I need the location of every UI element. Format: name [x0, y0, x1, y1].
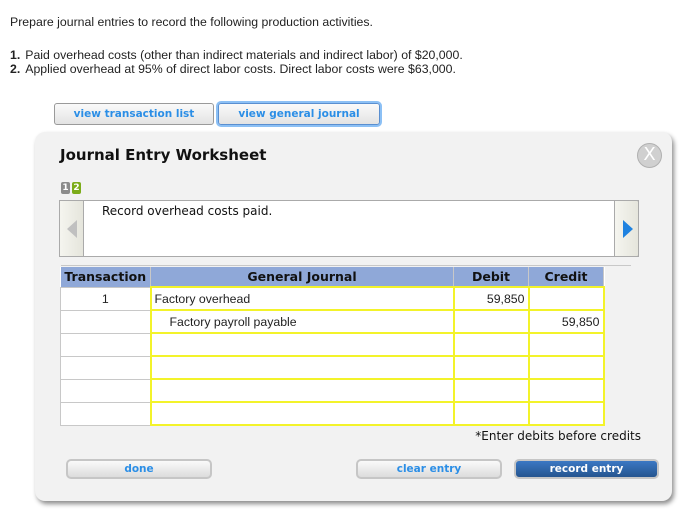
header-general-journal: General Journal — [150, 267, 454, 287]
credit-input[interactable] — [527, 286, 605, 311]
table-header-row: Transaction General Journal Debit Credit — [60, 267, 604, 287]
transaction-cell: 1 — [60, 286, 151, 311]
debit-input[interactable] — [452, 355, 530, 380]
table-row — [60, 401, 605, 426]
table-row — [60, 378, 605, 403]
credit-input[interactable] — [527, 401, 605, 426]
header-credit: Credit — [528, 267, 604, 287]
step-badges: 1 2 — [61, 182, 81, 194]
transaction-cell — [60, 401, 151, 426]
debit-input[interactable] — [452, 401, 530, 426]
record-entry-button[interactable]: record entry — [514, 459, 659, 479]
account-input[interactable]: Factory overhead — [149, 286, 455, 311]
table-row — [60, 332, 605, 357]
problem-prompt: Prepare journal entries to record the fo… — [10, 15, 373, 29]
credit-input[interactable] — [527, 332, 605, 357]
table-row: 1 Factory overhead 59,850 — [60, 286, 605, 311]
chevron-right-icon — [623, 220, 633, 238]
done-button[interactable]: done — [66, 459, 212, 479]
step-badge-2[interactable]: 2 — [72, 182, 81, 194]
view-transaction-list-button[interactable]: view transaction list — [54, 103, 214, 125]
debit-input[interactable] — [452, 309, 530, 334]
credit-input[interactable]: 59,850 — [527, 309, 605, 334]
account-input[interactable] — [149, 378, 455, 403]
next-button[interactable] — [614, 200, 639, 257]
divider — [61, 265, 631, 266]
account-input[interactable] — [149, 355, 455, 380]
problem-steps: 1. Paid overhead costs (other than indire… — [10, 48, 463, 76]
table-row — [60, 355, 605, 380]
header-transaction: Transaction — [60, 267, 151, 287]
debits-note: *Enter debits before credits — [475, 429, 641, 443]
credit-input[interactable] — [527, 355, 605, 380]
debit-input[interactable]: 59,850 — [452, 286, 530, 311]
account-input[interactable] — [149, 401, 455, 426]
step-item: 1. Paid overhead costs (other than indire… — [10, 48, 463, 62]
previous-button[interactable] — [59, 200, 84, 257]
worksheet-title: Journal Entry Worksheet — [60, 146, 267, 164]
debit-input[interactable] — [452, 378, 530, 403]
debit-input[interactable] — [452, 332, 530, 357]
entry-description: Record overhead costs paid. — [102, 204, 273, 218]
view-general-journal-button[interactable]: view general journal — [218, 103, 380, 125]
account-input[interactable] — [149, 332, 455, 357]
transaction-cell — [60, 355, 151, 380]
credit-input[interactable] — [527, 378, 605, 403]
step-badge-1[interactable]: 1 — [61, 182, 70, 194]
journal-table: Transaction General Journal Debit Credit… — [60, 267, 605, 426]
table-row: Factory payroll payable 59,850 — [60, 309, 605, 334]
journal-entry-worksheet-panel: Journal Entry Worksheet X 1 2 Record ove… — [35, 132, 672, 501]
transaction-cell — [60, 378, 151, 403]
clear-entry-button[interactable]: clear entry — [356, 459, 502, 479]
close-icon[interactable]: X — [637, 143, 662, 168]
transaction-cell — [60, 332, 151, 357]
header-debit: Debit — [453, 267, 529, 287]
account-input[interactable]: Factory payroll payable — [149, 309, 455, 334]
step-item: 2. Applied overhead at 95% of direct labo… — [10, 62, 456, 76]
chevron-left-icon — [67, 220, 77, 238]
transaction-cell — [60, 309, 151, 334]
